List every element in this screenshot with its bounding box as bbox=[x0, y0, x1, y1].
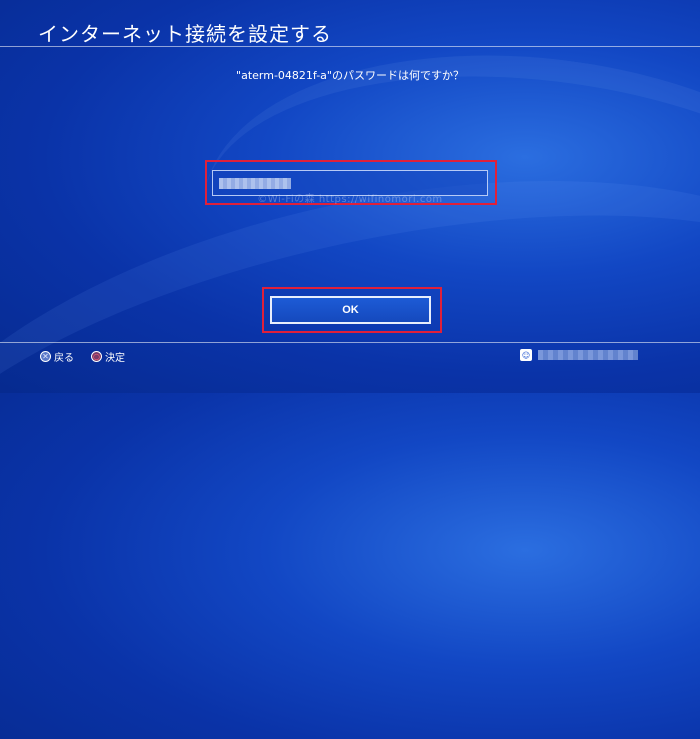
back-label: 戻る bbox=[54, 353, 74, 364]
circle-button-icon: ○ bbox=[91, 351, 102, 362]
page-title: インターネット接続を設定する bbox=[38, 22, 332, 46]
ok-button[interactable]: OK bbox=[270, 296, 431, 324]
user-name-masked bbox=[538, 350, 638, 360]
password-prompt: "aterm-04821f-a"のパスワードは何ですか？ bbox=[236, 69, 464, 82]
user-area: ☺ bbox=[520, 349, 638, 361]
footer: ✕ 戻る ○ 決定 ☺ bbox=[0, 342, 700, 394]
avatar-icon: ☺ bbox=[520, 349, 532, 361]
cross-button-icon: ✕ bbox=[40, 351, 51, 362]
masked-password-value bbox=[219, 178, 291, 189]
back-hint[interactable]: ✕ 戻る bbox=[40, 349, 74, 364]
watermark: ©Wi-Fiの森 https://wifinomori.com bbox=[257, 194, 443, 205]
header: インターネット接続を設定する bbox=[0, 0, 700, 47]
confirm-label: 決定 bbox=[105, 353, 125, 364]
confirm-hint[interactable]: ○ 決定 bbox=[91, 349, 125, 364]
